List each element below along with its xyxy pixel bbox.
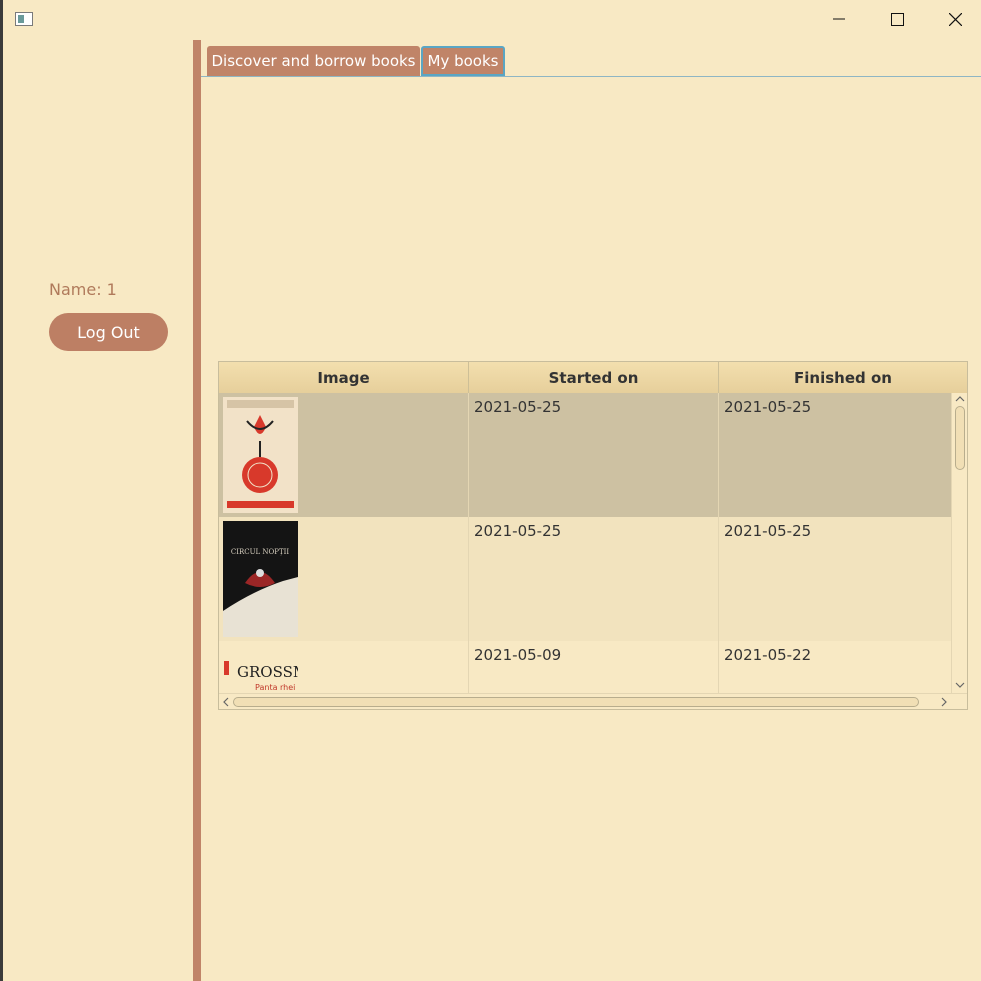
table-body: 2021-05-25 2021-05-25 CIRCUL NOPȚII 2021… bbox=[219, 393, 951, 693]
logout-button[interactable]: Log Out bbox=[49, 313, 168, 351]
maximize-icon bbox=[890, 12, 904, 26]
my-books-table[interactable]: Image Started on Finished on 2021-05-25 … bbox=[218, 361, 968, 710]
book-cover-title: CIRCUL NOPȚII bbox=[231, 548, 290, 556]
app-icon bbox=[15, 12, 33, 26]
book-cover-title: Panta rhei bbox=[255, 683, 295, 692]
tab-discover-books[interactable]: Discover and borrow books bbox=[207, 46, 420, 76]
sidebar: Name: 1 Log Out bbox=[3, 38, 193, 981]
table-header: Image Started on Finished on bbox=[219, 362, 967, 394]
image-cell bbox=[219, 393, 469, 517]
image-cell: CIRCUL NOPȚII bbox=[219, 517, 469, 641]
scroll-left-icon[interactable] bbox=[222, 697, 230, 709]
sidebar-divider bbox=[193, 40, 201, 981]
image-cell: GROSSMAN Panta rhei bbox=[219, 641, 469, 693]
minimize-button[interactable] bbox=[810, 0, 868, 38]
horizontal-scroll-thumb[interactable] bbox=[233, 697, 919, 707]
column-header-image[interactable]: Image bbox=[219, 362, 469, 393]
scroll-up-icon[interactable] bbox=[955, 395, 965, 406]
scroll-right-icon[interactable] bbox=[940, 697, 948, 709]
finished-on-cell: 2021-05-25 bbox=[724, 398, 812, 416]
maximize-button[interactable] bbox=[868, 0, 926, 38]
table-row[interactable]: GROSSMAN Panta rhei 2021-05-09 2021-05-2… bbox=[219, 641, 951, 693]
column-header-started-on[interactable]: Started on bbox=[469, 362, 719, 393]
started-on-cell: 2021-05-25 bbox=[469, 517, 719, 641]
table-row[interactable]: CIRCUL NOPȚII 2021-05-25 2021-05-25 bbox=[219, 517, 951, 641]
vertical-scroll-thumb[interactable] bbox=[955, 406, 965, 470]
scroll-down-icon[interactable] bbox=[955, 681, 965, 692]
started-on-cell: 2021-05-09 bbox=[469, 641, 719, 693]
tab-bar: Discover and borrow books My books bbox=[201, 40, 981, 78]
close-button[interactable] bbox=[926, 0, 981, 38]
user-name-label: Name: 1 bbox=[49, 280, 117, 299]
book-cover-author: GROSSMAN bbox=[237, 663, 298, 681]
book-cover-image: CIRCUL NOPȚII bbox=[223, 521, 298, 637]
title-bar bbox=[3, 0, 981, 38]
vertical-scrollbar[interactable] bbox=[951, 393, 967, 693]
finished-on-cell: 2021-05-25 bbox=[724, 522, 812, 540]
horizontal-scrollbar[interactable] bbox=[219, 693, 967, 709]
started-on-cell: 2021-05-25 bbox=[469, 393, 719, 517]
book-cover-image: GROSSMAN Panta rhei bbox=[223, 645, 298, 693]
table-row[interactable]: 2021-05-25 2021-05-25 bbox=[219, 393, 951, 517]
close-icon bbox=[948, 12, 962, 26]
finished-on-cell: 2021-05-22 bbox=[724, 646, 812, 664]
tab-my-books[interactable]: My books bbox=[421, 46, 505, 76]
minimize-icon bbox=[833, 13, 845, 25]
column-header-finished-on[interactable]: Finished on bbox=[719, 362, 967, 393]
book-cover-image bbox=[223, 397, 298, 513]
